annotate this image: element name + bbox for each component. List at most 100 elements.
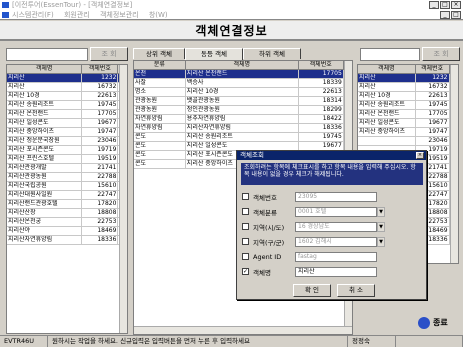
- left-cell: 지리산 청운분국장원: [7, 136, 83, 147]
- field-checkbox[interactable]: ✓: [242, 268, 249, 275]
- right-search-button[interactable]: 조 회: [422, 47, 460, 61]
- field-input[interactable]: fastag: [295, 251, 377, 262]
- tab-parent-object[interactable]: 상위 객체: [133, 48, 185, 59]
- dialog-ok-button[interactable]: 확 인: [293, 284, 331, 297]
- field-checkbox[interactable]: [242, 193, 249, 200]
- left-search-button[interactable]: 조 회: [90, 47, 128, 61]
- dialog-field-row: 객체분류 0001 호텔 ▼: [242, 206, 385, 217]
- tab-sibling-object[interactable]: 동등 객체: [185, 48, 243, 60]
- dialog-message: 조회하려는 항목에 체크표시를 하고 항목 내용을 입력해 주십시오. 항목 내…: [241, 163, 423, 185]
- child-restore-button[interactable]: □: [451, 11, 461, 19]
- left-row[interactable]: 지리산야 18469: [7, 226, 127, 237]
- left-row[interactable]: 지리산관광농원 22788: [7, 172, 127, 183]
- left-cell: 19745: [81, 100, 119, 111]
- right-cell: 지리산 송원리조트: [358, 100, 416, 111]
- middle-hscrollbar[interactable]: [134, 326, 352, 334]
- field-checkbox[interactable]: [242, 238, 249, 245]
- left-row[interactable]: 지리산국립공원 15610: [7, 181, 127, 192]
- close-window-button[interactable]: ×: [451, 1, 461, 9]
- left-row[interactable]: 지리산 청운분국장원 23046: [7, 136, 127, 147]
- right-search-input[interactable]: [360, 48, 420, 61]
- right-row[interactable]: 23046: [358, 136, 458, 147]
- left-object-grid[interactable]: 객체명 객체번호 지리산 1232 지리산 16732 지리산 10경 22613 지리산 송…: [6, 64, 128, 334]
- dropdown-arrow-icon[interactable]: ▼: [377, 221, 385, 232]
- left-cell: 지리산 포시즌콘도: [7, 145, 83, 156]
- right-col-name[interactable]: 객체명: [358, 65, 416, 75]
- right-row[interactable]: 지리산 송원리조트 19745: [358, 100, 458, 111]
- menu-window[interactable]: 창(W): [149, 11, 168, 19]
- left-cell: 지리산: [7, 73, 83, 84]
- right-scrollbar[interactable]: [450, 65, 458, 263]
- dropdown-arrow-icon[interactable]: ▼: [377, 236, 385, 247]
- left-row[interactable]: 지리산 10경 22613: [7, 91, 127, 102]
- mid-cell: 사찰: [134, 78, 186, 89]
- app-icon: [2, 2, 9, 8]
- menu-system[interactable]: 시스템관리(F): [12, 11, 54, 19]
- left-scrollbar[interactable]: [119, 65, 127, 333]
- left-row[interactable]: 지리산관광개발 21741: [7, 163, 127, 174]
- left-col-name[interactable]: 객체명: [7, 65, 83, 75]
- right-row[interactable]: 지리산 중앙하이츠 19747: [358, 127, 458, 138]
- field-checkbox[interactable]: [242, 208, 249, 215]
- left-row[interactable]: 지리산 프린스호텔 19519: [7, 154, 127, 165]
- mid-row[interactable]: 사찰 백승사 18339: [134, 78, 352, 89]
- child-minimize-button[interactable]: _: [440, 11, 450, 19]
- exit-button[interactable]: 종료: [418, 315, 458, 331]
- left-row[interactable]: 지리산자연휴양림 18336: [7, 235, 127, 246]
- mid-col-name[interactable]: 객체명: [185, 61, 299, 71]
- right-row[interactable]: 지리산 1232: [358, 73, 458, 84]
- status-bar: EVTR46U 원하시는 작업을 하세요. 신규입력은 입력버튼을 먼저 누른 …: [0, 335, 463, 347]
- left-row[interactable]: 지리산랜드관광호텔 17820: [7, 199, 127, 210]
- field-input[interactable]: 23095: [295, 191, 377, 202]
- right-row[interactable]: 지리산 16732: [358, 82, 458, 93]
- field-checkbox[interactable]: [242, 253, 249, 260]
- field-input[interactable]: 1602 김해시: [295, 236, 377, 247]
- left-cell: 지리산야: [7, 226, 83, 237]
- mid-row[interactable]: 관광농원 청인관광농원 18299: [134, 105, 352, 116]
- right-row[interactable]: 지리산 온천랜드 17705: [358, 109, 458, 120]
- left-search-input[interactable]: [6, 48, 88, 61]
- left-row[interactable]: 지리산 중앙하이츠 19747: [7, 127, 127, 138]
- minimize-button[interactable]: _: [429, 1, 439, 9]
- right-col-no[interactable]: 객체번호: [415, 65, 450, 75]
- field-input[interactable]: 16 경상남도: [295, 221, 377, 232]
- mid-row[interactable]: 명소 지리산 10경 22613: [134, 87, 352, 98]
- left-col-no[interactable]: 객체번호: [81, 65, 119, 75]
- left-cell: 지리산 프린스호텔: [7, 154, 83, 165]
- right-row[interactable]: 지리산 일성콘도 19677: [358, 118, 458, 129]
- field-input[interactable]: 0001 호텔: [295, 206, 377, 217]
- menu-member[interactable]: 회원관리: [64, 11, 90, 19]
- mid-row[interactable]: 온천 지리산 온천랜드 17705: [134, 69, 352, 80]
- left-row[interactable]: 지리산 포시즌콘도 19719: [7, 145, 127, 156]
- status-user: 정정숙: [348, 336, 396, 347]
- dialog-close-icon[interactable]: ×: [416, 152, 424, 159]
- exit-icon: [418, 317, 430, 329]
- mid-cell: 콘도: [134, 141, 186, 152]
- left-row[interactable]: 지리산 송원리조트 19745: [7, 100, 127, 111]
- mid-col-class[interactable]: 분류: [134, 61, 186, 71]
- mid-row[interactable]: 콘도 지리산 송원리조트 19745: [134, 132, 352, 143]
- left-cell: 지리산대원사일원: [7, 190, 83, 201]
- tab-child-object[interactable]: 하위 객체: [243, 48, 301, 59]
- dropdown-arrow-icon[interactable]: ▼: [377, 206, 385, 217]
- mid-col-no[interactable]: 객체번호: [298, 61, 344, 71]
- dialog-cancel-button[interactable]: 취 소: [337, 284, 375, 297]
- left-row[interactable]: 지리산 1232: [7, 73, 127, 84]
- mid-row[interactable]: 자연휴양림 지리산자연휴양림 18336: [134, 123, 352, 134]
- field-input[interactable]: 지리산: [295, 266, 377, 277]
- left-row[interactable]: 지리산온천궁 22753: [7, 217, 127, 228]
- mid-row[interactable]: 자연휴양림 용추자연휴양림 18422: [134, 114, 352, 125]
- left-row[interactable]: 지리산대원사일원 22747: [7, 190, 127, 201]
- right-cell: 16732: [415, 82, 450, 93]
- maximize-button[interactable]: □: [440, 1, 450, 9]
- left-row[interactable]: 지리산산장 18808: [7, 208, 127, 219]
- right-row[interactable]: 지리산 10경 22613: [358, 91, 458, 102]
- field-checkbox[interactable]: [242, 223, 249, 230]
- object-search-dialog: 객체조회 × 조회하려는 항목에 체크표시를 하고 항목 내용을 입력해 주십시…: [236, 150, 427, 300]
- left-row[interactable]: 지리산 온천랜드 17705: [7, 109, 127, 120]
- right-cell: 지리산 온천랜드: [358, 109, 416, 120]
- left-row[interactable]: 지리산 일성콘도 19677: [7, 118, 127, 129]
- menu-object-info[interactable]: 객체정보관리: [100, 11, 139, 19]
- mid-row[interactable]: 관광농원 뱃골관광농원 18314: [134, 96, 352, 107]
- left-row[interactable]: 지리산 16732: [7, 82, 127, 93]
